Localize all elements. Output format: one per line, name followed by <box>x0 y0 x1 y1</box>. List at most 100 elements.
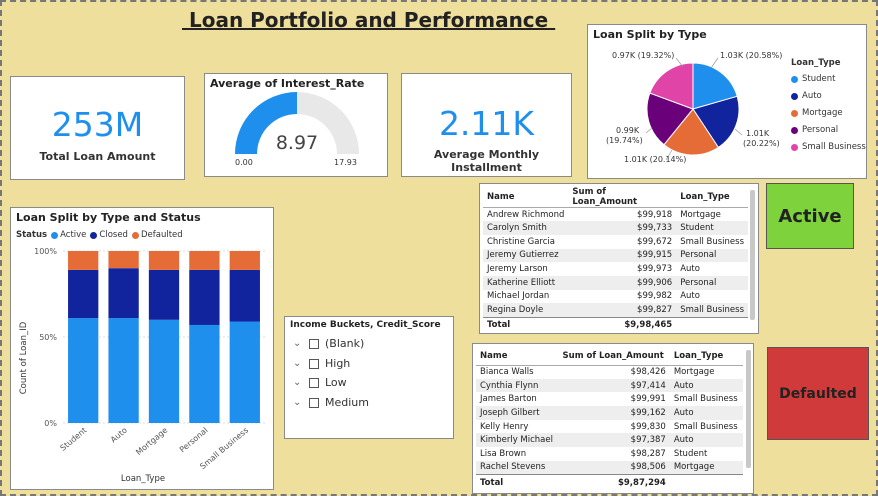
table-scrollbar[interactable] <box>750 190 755 320</box>
cell-amount: $98,506 <box>558 460 670 475</box>
cell-amount: $97,387 <box>558 433 670 448</box>
slicer-title: Income Buckets, Credit_Score <box>290 320 441 330</box>
bar-segment-defaulted[interactable] <box>68 251 99 270</box>
table-row[interactable]: Regina Doyle $99,827 Small Business <box>483 303 748 317</box>
cell-name: Michael Jordan <box>487 291 550 302</box>
x-tick-label: Mortgage <box>134 426 169 458</box>
legend-label: Small Business <box>802 142 866 152</box>
pie-label-personal-1: 0.99K <box>616 126 640 135</box>
slicer-item-blank[interactable]: ⌄ (Blank) <box>293 337 364 350</box>
cell-name: Jeremy Larson <box>487 264 548 275</box>
checkbox-icon[interactable] <box>309 338 319 349</box>
cell-type: Mortgage <box>669 460 743 475</box>
bar-segment-defaulted[interactable] <box>148 251 180 270</box>
legend-label: Student <box>802 74 836 84</box>
table-row[interactable]: Jeremy Gutierrez $99,915 Personal <box>483 248 748 263</box>
bar-segment-defaulted[interactable] <box>108 251 139 269</box>
bar-segment-active[interactable] <box>68 318 99 423</box>
table-row[interactable]: Lisa Brown $98,287 Student <box>476 447 743 461</box>
bar-segment-closed[interactable] <box>189 269 220 325</box>
x-tick-label: Student <box>59 426 89 453</box>
table-row[interactable]: Bianca Walls $98,426 Mortgage <box>476 365 743 379</box>
legend-dot <box>791 75 798 83</box>
bar-segment-closed[interactable] <box>108 268 139 319</box>
cell-name: James Barton <box>480 394 537 405</box>
slicer-item-label: Medium <box>325 396 369 409</box>
active-loans-table-card[interactable]: Name Sum of Loan_Amount Loan_Type Andrew… <box>479 183 759 334</box>
bar-segment-active[interactable] <box>148 319 180 423</box>
table-row[interactable]: Andrew Richmond $99,918 Mortgage <box>483 208 748 222</box>
gauge-chart <box>235 92 359 154</box>
kpi-card-total-loan-amount[interactable]: 253M Total Loan Amount <box>10 76 185 180</box>
table-row[interactable]: Jeremy Larson $99,973 Auto <box>483 262 748 276</box>
bar-segment-active[interactable] <box>189 324 220 423</box>
cell-amount: $99,827 <box>568 303 677 317</box>
column-header-name[interactable]: Name <box>476 347 559 366</box>
column-header-type[interactable]: Loan_Type <box>669 347 743 366</box>
pie-label-mortgage: 1.01K (20.14%) <box>624 155 687 164</box>
gauge-card-interest-rate[interactable]: Average of Interest_Rate 8.97 0.00 17.93 <box>204 73 388 177</box>
legend-item-small-business[interactable]: Small Business <box>791 142 866 152</box>
x-axis-label: Loan_Type <box>120 474 166 484</box>
table-row[interactable]: Cynthia Flynn $97,414 Auto <box>476 378 743 393</box>
defaulted-loans-table-card[interactable]: Name Sum of Loan_Amount Loan_Type Bianca… <box>472 343 754 494</box>
cell-type: Small Business <box>676 303 748 317</box>
column-header-name[interactable]: Name <box>483 187 569 208</box>
column-header-type[interactable]: Loan_Type <box>676 187 748 208</box>
column-header-amount[interactable]: Sum of Loan_Amount <box>558 347 670 366</box>
legend-item-personal[interactable]: Personal <box>791 125 866 135</box>
cell-type: Small Business <box>673 394 738 405</box>
bar-segment-active[interactable] <box>229 321 260 423</box>
legend-item-auto[interactable]: Auto <box>791 91 866 101</box>
checkbox-icon[interactable] <box>309 377 319 388</box>
slicer-item-label: Low <box>325 376 347 389</box>
table-row[interactable]: Michael Jordan $99,982 Auto <box>483 290 748 304</box>
legend-item-student[interactable]: Student <box>791 74 866 84</box>
bar-segment-closed[interactable] <box>68 269 99 319</box>
bar-segment-active[interactable] <box>108 318 139 423</box>
table-row[interactable]: Katherine Elliott $99,906 Personal <box>483 275 748 290</box>
gauge-min-label: 0.00 <box>235 158 253 167</box>
bar-segment-closed[interactable] <box>148 269 180 320</box>
cell-name: Cynthia Flynn <box>476 378 559 393</box>
pie-card-loan-split[interactable]: Loan Split by Type 1.03K (20.58%) 1.01K … <box>587 24 867 179</box>
table-row[interactable]: Joseph Gilbert $99,162 Auto <box>476 406 743 420</box>
cell-amount: $99,991 <box>630 394 666 405</box>
slicer-item-medium[interactable]: ⌄ Medium <box>293 396 369 409</box>
bar-segment-defaulted[interactable] <box>189 251 220 270</box>
table-row[interactable]: Christine Garcia $99,672 Small Business <box>483 235 748 249</box>
table-row[interactable]: Kelly Henry $99,830 Small Business <box>476 420 743 434</box>
gauge-value: 8.97 <box>275 132 319 154</box>
bar-segment-defaulted[interactable] <box>229 251 260 270</box>
cell-name: Bianca Walls <box>480 367 534 378</box>
y-tick-label: 100% <box>34 247 57 256</box>
table-scrollbar[interactable] <box>746 350 751 468</box>
checkbox-icon[interactable] <box>309 397 319 408</box>
checkbox-icon[interactable] <box>309 358 319 369</box>
kpi-card-avg-installment[interactable]: 2.11K Average Monthly Installment <box>401 73 572 177</box>
table-row[interactable]: Carolyn Smith $99,733 Student <box>483 221 748 235</box>
cell-amount: $99,982 <box>637 291 673 302</box>
bar-segment-closed[interactable] <box>229 269 260 322</box>
table-row[interactable]: James Barton $99,991 Small Business <box>476 392 743 406</box>
column-header-amount[interactable]: Sum of Loan_Amount <box>568 187 677 208</box>
chevron-down-icon[interactable]: ⌄ <box>293 338 303 349</box>
cell-name: Lisa Brown <box>480 448 527 459</box>
chevron-down-icon[interactable]: ⌄ <box>293 377 303 388</box>
cell-amount: $99,162 <box>558 406 670 420</box>
pie-label-student: 1.03K (20.58%) <box>720 51 783 60</box>
chevron-down-icon[interactable]: ⌄ <box>293 397 303 408</box>
legend-item-mortgage[interactable]: Mortgage <box>791 108 866 118</box>
table-row[interactable]: Kimberly Michael $97,387 Auto <box>476 433 743 448</box>
bar-card-loan-split-status[interactable]: Loan Split by Type and Status Status Act… <box>10 207 274 490</box>
report-canvas: Loan Portfolio and Performance 253M Tota… <box>0 0 878 496</box>
pie-leader-line <box>645 127 653 134</box>
slicer-item-low[interactable]: ⌄ Low <box>293 376 347 389</box>
cell-amount: $99,733 <box>568 221 677 235</box>
gauge-max-label: 17.93 <box>334 158 357 167</box>
slicer-income-credit[interactable]: Income Buckets, Credit_Score ⌄ (Blank) ⌄… <box>284 316 454 439</box>
cell-name: Kimberly Michael <box>476 433 559 448</box>
chevron-down-icon[interactable]: ⌄ <box>293 358 303 369</box>
table-row[interactable]: Rachel Stevens $98,506 Mortgage <box>476 460 743 475</box>
slicer-item-high[interactable]: ⌄ High <box>293 357 350 370</box>
